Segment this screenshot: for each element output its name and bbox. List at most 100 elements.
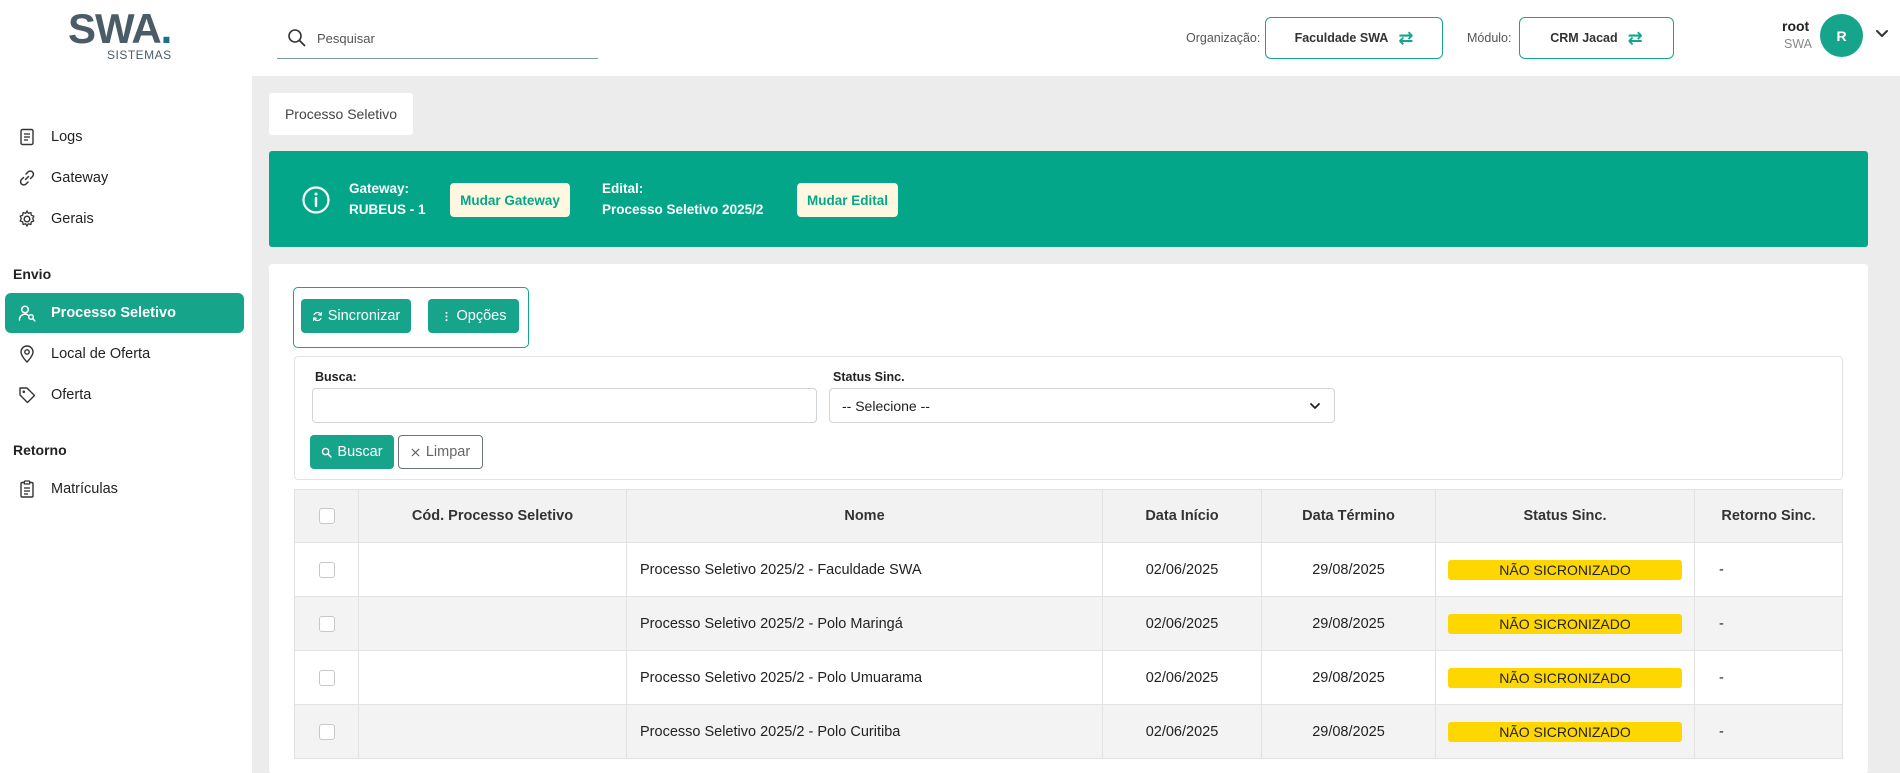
close-icon — [411, 447, 420, 457]
content-card: Sincronizar Opções Busca: Status Sinc. -… — [269, 264, 1868, 773]
user-name: root — [1782, 18, 1810, 34]
search-bar — [277, 18, 598, 59]
row-checkbox[interactable] — [318, 561, 335, 578]
more-vertical-icon — [444, 311, 448, 321]
table-row: Processo Seletivo 2025/2 - Faculdade SWA… — [294, 542, 1843, 597]
status-sinc-select-value: -- Selecione -- — [842, 397, 930, 414]
column-header-data-termino[interactable]: Data Término — [1261, 489, 1436, 543]
breadcrumb-tab[interactable]: Processo Seletivo — [269, 93, 413, 135]
sidebar-item-gerais[interactable]: Gerais — [5, 199, 244, 239]
table-row: Processo Seletivo 2025/2 - Polo Maringá … — [294, 596, 1843, 651]
chevron-down-icon — [1310, 402, 1320, 409]
logo-subtitle: SISTEMAS — [107, 48, 172, 62]
sidebar-item-processo-seletivo[interactable]: Processo Seletivo — [5, 293, 244, 333]
edital-value: Processo Seletivo 2025/2 — [602, 202, 764, 217]
cell-status: NÃO SICRONIZADO — [1435, 650, 1695, 705]
cell-retorno: - — [1694, 650, 1843, 705]
status-badge: NÃO SICRONIZADO — [1448, 613, 1682, 634]
cell-status: NÃO SICRONIZADO — [1435, 704, 1695, 759]
options-button[interactable]: Opções — [428, 299, 519, 333]
organization-selector-button[interactable]: Faculdade SWA ⇄ — [1265, 17, 1443, 59]
organization-label: Organização: — [1186, 31, 1261, 45]
table-row: Processo Seletivo 2025/2 - Polo Curitiba… — [294, 704, 1843, 759]
row-select-cell — [294, 596, 359, 651]
gateway-value: RUBEUS - 1 — [349, 202, 426, 217]
row-select-cell — [294, 704, 359, 759]
change-edital-button[interactable]: Mudar Edital — [797, 183, 898, 217]
map-pin-icon — [20, 345, 34, 363]
search-icon — [288, 29, 306, 47]
chevron-down-icon[interactable] — [1874, 26, 1890, 42]
busca-input[interactable] — [312, 388, 817, 423]
sidebar-section-envio: Envio — [13, 266, 52, 282]
clear-button-label: Limpar — [425, 444, 471, 460]
column-header-status-sinc[interactable]: Status Sinc. — [1435, 489, 1695, 543]
cell-retorno: - — [1694, 596, 1843, 651]
cell-data-inicio: 02/06/2025 — [1102, 596, 1262, 651]
sidebar-item-local-de-oferta[interactable]: Local de Oferta — [5, 334, 244, 374]
column-header-cod[interactable]: Cód. Processo Seletivo — [358, 489, 627, 543]
change-gateway-button[interactable]: Mudar Gateway — [450, 183, 570, 217]
cell-retorno: - — [1694, 542, 1843, 597]
cell-cod — [358, 542, 627, 597]
options-button-label: Opções — [456, 308, 507, 324]
logo[interactable]: SWA. SISTEMAS — [68, 5, 183, 63]
select-all-cell — [294, 489, 359, 543]
context-banner: Gateway: RUBEUS - 1 Mudar Gateway Edital… — [269, 151, 1868, 247]
organization-value: Faculdade SWA — [1294, 31, 1389, 45]
swap-icon: ⇄ — [1627, 27, 1643, 48]
user-organization: SWA — [1784, 37, 1813, 51]
top-header: SWA. SISTEMAS Organização: Faculdade SWA… — [0, 0, 1900, 76]
tag-icon — [19, 387, 36, 404]
row-select-cell — [294, 650, 359, 705]
column-header-data-inicio[interactable]: Data Início — [1102, 489, 1262, 543]
actions-toolbar: Sincronizar Opções — [293, 287, 529, 348]
status-badge: NÃO SICRONIZADO — [1448, 721, 1682, 742]
refresh-icon — [312, 311, 322, 321]
processo-seletivo-table: Cód. Processo Seletivo Nome Data Início … — [294, 489, 1843, 759]
sidebar-item-label: Logs — [51, 129, 83, 145]
sync-button-label: Sincronizar — [327, 308, 401, 324]
select-all-checkbox[interactable] — [318, 508, 335, 524]
search-button-label: Buscar — [337, 444, 383, 460]
sidebar-item-gateway[interactable]: Gateway — [5, 158, 244, 198]
sidebar-item-matriculas[interactable]: Matrículas — [5, 469, 244, 509]
search-input[interactable] — [317, 30, 577, 46]
cell-cod — [358, 596, 627, 651]
column-header-retorno-sinc[interactable]: Retorno Sinc. — [1694, 489, 1843, 543]
cell-data-termino: 29/08/2025 — [1261, 704, 1436, 759]
column-header-nome[interactable]: Nome — [626, 489, 1103, 543]
edital-label: Edital: — [602, 181, 644, 196]
table-header-row: Cód. Processo Seletivo Nome Data Início … — [294, 489, 1843, 543]
sync-button[interactable]: Sincronizar — [301, 299, 411, 333]
sidebar-item-label: Oferta — [51, 387, 92, 403]
status-sinc-select[interactable]: -- Selecione -- — [829, 388, 1335, 423]
row-checkbox[interactable] — [318, 669, 335, 686]
sidebar-item-oferta[interactable]: Oferta — [5, 375, 244, 415]
sidebar-item-logs[interactable]: Logs — [5, 117, 244, 157]
sidebar-section-retorno: Retorno — [13, 442, 67, 458]
clear-button[interactable]: Limpar — [398, 435, 483, 469]
row-checkbox[interactable] — [318, 615, 335, 632]
user-search-icon — [18, 305, 36, 322]
module-selector-button[interactable]: CRM Jacad ⇄ — [1519, 17, 1674, 59]
cell-data-inicio: 02/06/2025 — [1102, 704, 1262, 759]
cell-data-termino: 29/08/2025 — [1261, 542, 1436, 597]
avatar[interactable]: R — [1820, 14, 1863, 57]
row-checkbox[interactable] — [318, 723, 335, 740]
cell-data-termino: 29/08/2025 — [1261, 596, 1436, 651]
gear-icon — [19, 210, 35, 227]
search-button[interactable]: Buscar — [310, 435, 394, 469]
sidebar-item-label: Local de Oferta — [51, 346, 151, 362]
sidebar-item-label: Matrículas — [51, 481, 118, 497]
logo-text: SWA — [68, 5, 162, 52]
cell-data-inicio: 02/06/2025 — [1102, 542, 1262, 597]
busca-label: Busca: — [315, 370, 357, 384]
info-icon — [302, 186, 330, 214]
clipboard-icon — [20, 480, 34, 498]
cell-data-termino: 29/08/2025 — [1261, 650, 1436, 705]
logs-icon — [20, 128, 34, 146]
filter-panel: Busca: Status Sinc. -- Selecione -- Busc… — [294, 356, 1843, 480]
cell-cod — [358, 704, 627, 759]
status-sinc-label: Status Sinc. — [833, 370, 905, 384]
